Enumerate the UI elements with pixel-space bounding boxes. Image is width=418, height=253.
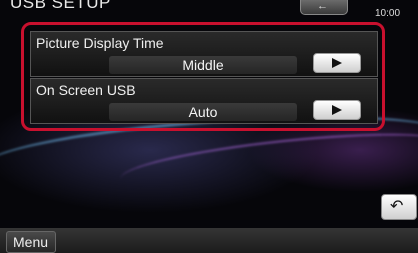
menu-label: Menu [13,234,49,250]
menu-button[interactable]: Menu [6,231,56,253]
return-arrow-icon: ↶ [390,198,404,215]
usb-setup-screen: USB SETUP ← 10:00 Picture Display Time M… [0,0,418,253]
bottom-bar [0,228,418,253]
back-arrow-icon: ← [317,0,328,12]
clock: 10:00 [375,8,401,19]
return-button[interactable]: ↶ [381,194,417,220]
top-back-button[interactable]: ← [300,0,348,15]
highlight-frame [21,22,385,131]
page-title: USB SETUP [10,0,111,12]
